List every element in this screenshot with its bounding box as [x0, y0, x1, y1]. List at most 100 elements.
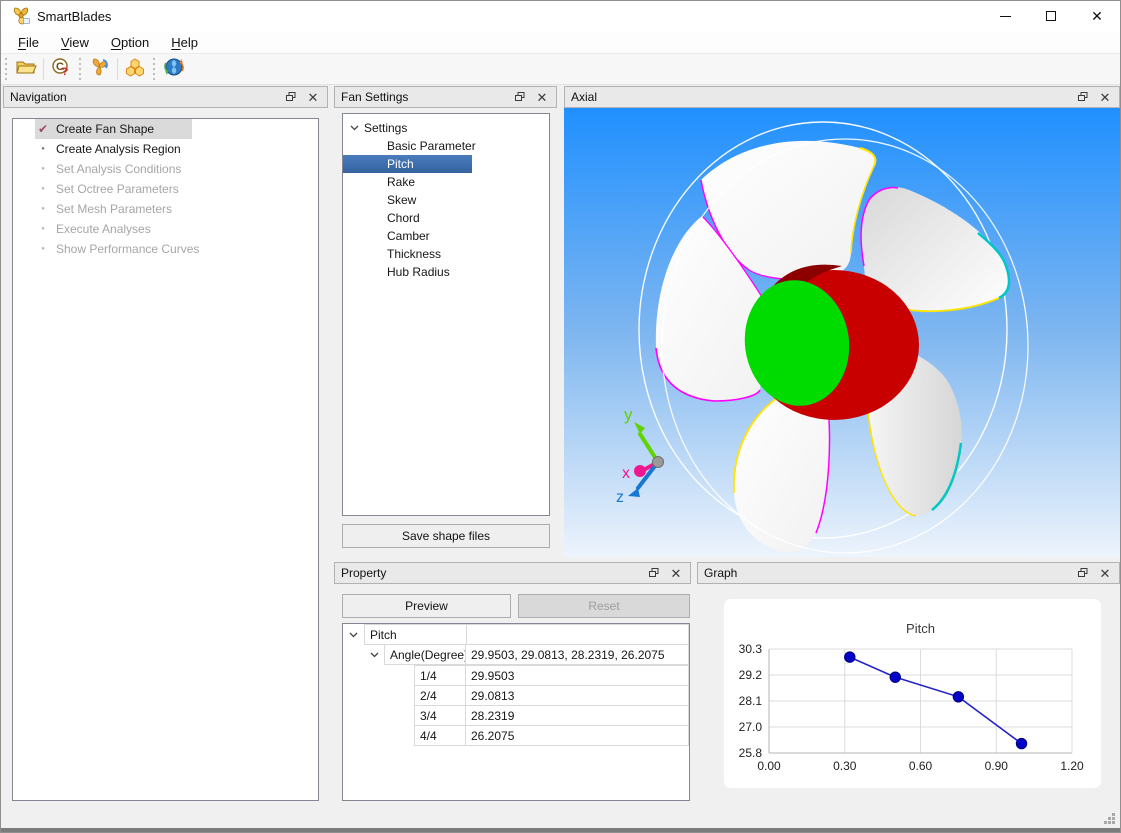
- svg-text:30.3: 30.3: [739, 642, 763, 656]
- minimize-button[interactable]: [982, 1, 1028, 31]
- fan-setting-pitch[interactable]: Pitch: [343, 155, 549, 173]
- axial-panel: Axial ✕: [564, 86, 1120, 557]
- menu-bar: FileViewOptionHelp: [1, 31, 1120, 54]
- close-icon: ✕: [1091, 9, 1103, 23]
- check-icon: ✔: [35, 122, 51, 136]
- open-file-button[interactable]: [12, 56, 40, 82]
- nav-item-label: Set Mesh Parameters: [56, 202, 172, 216]
- navigation-float-button[interactable]: [281, 88, 301, 106]
- graph-float-button[interactable]: [1073, 564, 1093, 582]
- fan-settings-float-button[interactable]: [510, 88, 530, 106]
- chevron-down-icon[interactable]: [364, 644, 385, 665]
- property-row-2-4[interactable]: 2/429.0813: [343, 685, 689, 706]
- toolbar-separator: [117, 58, 118, 80]
- axis-z-label: z: [616, 489, 624, 506]
- fan-settings-close-button[interactable]: ✕: [532, 88, 552, 106]
- axial-panel-title: Axial: [571, 90, 597, 104]
- maximize-button[interactable]: [1028, 1, 1074, 31]
- chevron-down-icon[interactable]: [350, 125, 359, 131]
- menu-file[interactable]: File: [9, 33, 48, 52]
- fan-3d-viewport[interactable]: y x z: [564, 108, 1120, 557]
- navigation-close-button[interactable]: ✕: [303, 88, 323, 106]
- fan-setting-label: Chord: [387, 211, 420, 225]
- navigation-list: ✔ Create Fan Shape ●Create Analysis Region…: [12, 118, 319, 801]
- fan-setting-chord[interactable]: Chord: [343, 209, 549, 227]
- toolbar-drag-handle[interactable]: [152, 58, 156, 80]
- nav-item-label: Create Fan Shape: [56, 122, 154, 136]
- axial-panel-titlebar[interactable]: Axial ✕: [564, 86, 1120, 108]
- nav-item-set-analysis-conditions[interactable]: ●Set Analysis Conditions: [13, 159, 318, 179]
- close-button[interactable]: ✕: [1074, 1, 1120, 31]
- chart-card: 0.000.300.600.901.2025.827.028.129.230.3…: [724, 599, 1101, 788]
- property-row-angle[interactable]: Angle(Degree) 29.9503, 29.0813, 28.2319,…: [343, 644, 689, 665]
- pitch-line: [850, 657, 1022, 744]
- fan-settings-panel-title: Fan Settings: [341, 90, 408, 104]
- nav-item-show-performance-curves[interactable]: ●Show Performance Curves: [13, 239, 318, 259]
- data-point: [890, 672, 900, 682]
- property-value[interactable]: 29.9503, 29.0813, 28.2319, 26.2075: [465, 644, 689, 665]
- data-point: [953, 692, 963, 702]
- toolbar-drag-handle[interactable]: [78, 58, 82, 80]
- property-row-1-4[interactable]: 1/429.9503: [343, 665, 689, 686]
- property-value[interactable]: [466, 624, 689, 645]
- nav-item-execute-analyses[interactable]: ●Execute Analyses: [13, 219, 318, 239]
- resize-grip[interactable]: [1103, 812, 1116, 825]
- property-float-button[interactable]: [644, 564, 664, 582]
- app-icon: [11, 6, 31, 26]
- graph-panel-titlebar[interactable]: Graph ✕: [697, 562, 1120, 584]
- fan-setting-label: Camber: [387, 229, 430, 243]
- toolbar: C?: [1, 54, 1120, 85]
- property-row-pitch[interactable]: Pitch: [343, 624, 689, 645]
- nav-item-create-analysis-region[interactable]: ●Create Analysis Region: [13, 139, 318, 159]
- open-file-icon: [15, 57, 37, 82]
- title-bar[interactable]: SmartBlades ✕: [1, 1, 1120, 31]
- run-analysis-icon: [163, 57, 185, 82]
- preview-button[interactable]: Preview: [342, 594, 511, 618]
- settings-root-row[interactable]: Settings: [343, 119, 549, 137]
- nav-item-set-octree-parameters[interactable]: ●Set Octree Parameters: [13, 179, 318, 199]
- graph-close-button[interactable]: ✕: [1095, 564, 1115, 582]
- menu-help[interactable]: Help: [162, 33, 207, 52]
- run-analysis-button[interactable]: [160, 56, 188, 82]
- axial-close-button[interactable]: ✕: [1095, 88, 1115, 106]
- property-close-button[interactable]: ✕: [666, 564, 686, 582]
- property-label: 4/4: [414, 725, 466, 746]
- bullet-icon: ●: [35, 206, 51, 212]
- property-row-4-4[interactable]: 4/426.2075: [343, 725, 689, 746]
- fan-setting-rake[interactable]: Rake: [343, 173, 549, 191]
- fan-setting-camber[interactable]: Camber: [343, 227, 549, 245]
- minimize-icon: [1000, 16, 1011, 17]
- chevron-down-icon[interactable]: [343, 624, 364, 645]
- mesh-button[interactable]: [121, 56, 149, 82]
- fan-setting-skew[interactable]: Skew: [343, 191, 549, 209]
- property-value[interactable]: 26.2075: [465, 725, 689, 746]
- reset-button[interactable]: Reset: [518, 594, 690, 618]
- maximize-icon: [1046, 11, 1056, 21]
- fan-setting-basic-parameter[interactable]: Basic Parameter: [343, 137, 549, 155]
- nav-item-create-fan-shape[interactable]: ✔ Create Fan Shape: [13, 119, 318, 139]
- bullet-icon: ●: [35, 166, 51, 172]
- bullet-icon: ●: [35, 246, 51, 252]
- reload-case-button[interactable]: C?: [47, 56, 75, 82]
- property-panel-titlebar[interactable]: Property ✕: [334, 562, 691, 584]
- property-value[interactable]: 29.0813: [465, 685, 689, 706]
- save-shape-files-button[interactable]: Save shape files: [342, 524, 550, 548]
- fan-setting-label: Basic Parameter: [387, 139, 476, 153]
- fan-settings-panel-titlebar[interactable]: Fan Settings ✕: [334, 86, 557, 108]
- toolbar-drag-handle[interactable]: [4, 58, 8, 80]
- navigation-panel-titlebar[interactable]: Navigation ✕: [3, 86, 328, 108]
- property-value[interactable]: 29.9503: [465, 665, 689, 686]
- fan-shape-button[interactable]: [86, 56, 114, 82]
- fan-shape-icon: [89, 57, 111, 82]
- menu-option[interactable]: Option: [102, 33, 158, 52]
- property-row-3-4[interactable]: 3/428.2319: [343, 705, 689, 726]
- menu-view[interactable]: View: [52, 33, 98, 52]
- property-label: 2/4: [414, 685, 466, 706]
- fan-setting-thickness[interactable]: Thickness: [343, 245, 549, 263]
- chart-title: Pitch: [906, 621, 935, 636]
- property-value[interactable]: 28.2319: [465, 705, 689, 726]
- fan-settings-tree: Settings Basic Parameter PitchRakeSkew Cho…: [342, 113, 550, 516]
- nav-item-set-mesh-parameters[interactable]: ● Set Mesh Parameters: [13, 199, 318, 219]
- fan-setting-hub-radius[interactable]: Hub Radius: [343, 263, 549, 281]
- axial-float-button[interactable]: [1073, 88, 1093, 106]
